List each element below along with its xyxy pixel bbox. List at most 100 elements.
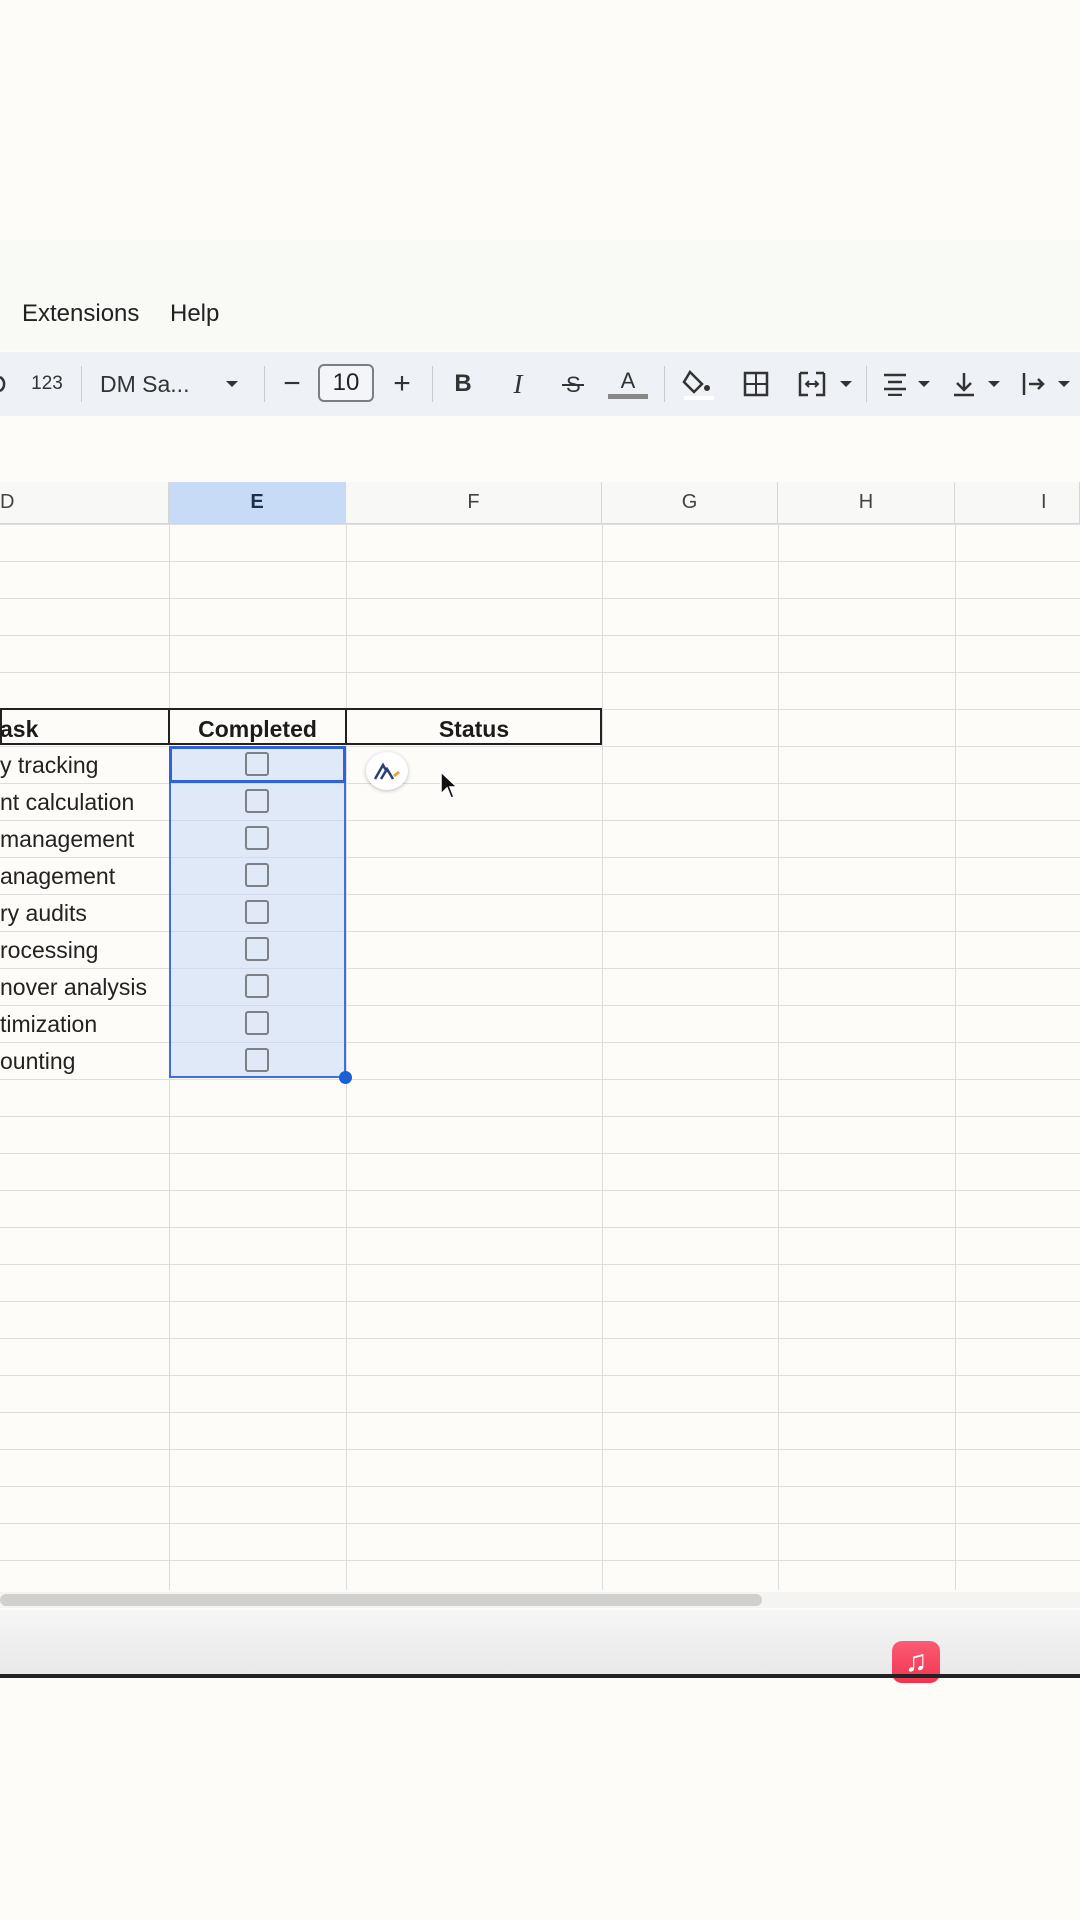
row-gridline [0, 561, 1080, 562]
italic-button[interactable]: I [503, 352, 533, 416]
column-label-h: H [858, 491, 874, 513]
task-cell[interactable]: y tracking [0, 752, 98, 779]
toolbar-divider [264, 366, 265, 402]
row-gridline [0, 1042, 1080, 1043]
row-gridline [0, 672, 1080, 673]
header-status: Status [438, 716, 510, 742]
task-cell[interactable]: ry audits [0, 900, 87, 927]
decrease-font-button[interactable]: − [278, 352, 306, 416]
font-size-input[interactable]: 10 [318, 364, 374, 402]
chevron-down-icon[interactable] [834, 352, 858, 416]
row-gridline [0, 1153, 1080, 1154]
smart-chip-icon[interactable] [366, 752, 408, 790]
header-completed: Completed [198, 716, 317, 742]
align-icon[interactable] [878, 352, 912, 416]
text-color-glyph: A [620, 367, 636, 393]
row-gridline [0, 1560, 1080, 1561]
column-header-i[interactable]: I [955, 482, 1080, 524]
task-cell[interactable]: rocessing [0, 937, 98, 964]
row-gridline [0, 968, 1080, 969]
borders-icon[interactable] [738, 352, 774, 416]
text-color-bar [608, 393, 648, 399]
menu-bar [0, 240, 1080, 350]
column-header-d[interactable]: D [0, 482, 169, 524]
row-gridline [0, 635, 1080, 636]
row-gridline [0, 1116, 1080, 1117]
column-gridline [602, 524, 603, 1590]
horizontal-scroll-thumb[interactable] [0, 1594, 762, 1606]
row-gridline [0, 1338, 1080, 1339]
row-gridline [0, 1523, 1080, 1524]
column-header-f[interactable]: F [346, 482, 602, 524]
column-header-h[interactable]: H [778, 482, 955, 524]
row-gridline [0, 1005, 1080, 1006]
row-gridline [0, 1449, 1080, 1450]
column-header-g[interactable]: G [602, 482, 778, 524]
chevron-down-icon[interactable] [912, 352, 936, 416]
row-gridline [0, 746, 1080, 747]
toolbar-divider [866, 366, 867, 402]
mouse-cursor-icon [439, 770, 459, 805]
row-gridline [0, 783, 1080, 784]
column-label-f: F [467, 491, 480, 513]
bold-button[interactable]: B [448, 352, 478, 416]
completed-checkbox[interactable] [245, 900, 269, 924]
column-label-d: D [0, 491, 15, 513]
column-label-g: G [681, 491, 698, 513]
merge-cells-icon[interactable] [794, 352, 830, 416]
completed-checkbox[interactable] [245, 1011, 269, 1035]
column-gridline [346, 524, 347, 1590]
row-gridline [0, 1227, 1080, 1228]
vertical-align-icon[interactable] [948, 352, 980, 416]
completed-checkbox[interactable] [245, 974, 269, 998]
column-gridline [778, 524, 779, 1590]
text-wrap-icon[interactable] [1018, 352, 1050, 416]
row-gridline [0, 1375, 1080, 1376]
task-cell[interactable]: nt calculation [0, 789, 134, 816]
column-label-i: I [1041, 491, 1047, 513]
row-gridline [0, 1301, 1080, 1302]
chevron-down-icon[interactable] [982, 352, 1006, 416]
task-cell[interactable]: nover analysis [0, 974, 147, 1001]
row-gridline [0, 1079, 1080, 1080]
chevron-down-icon[interactable] [220, 352, 244, 416]
row-gridline [0, 931, 1080, 932]
column-header-e[interactable]: E [169, 482, 346, 524]
row-gridline [0, 1412, 1080, 1413]
task-cell[interactable]: anagement [0, 863, 115, 890]
row-gridline [0, 894, 1080, 895]
column-gridline [955, 524, 956, 1590]
completed-checkbox[interactable] [245, 937, 269, 961]
row-gridline [0, 1264, 1080, 1265]
completed-checkbox[interactable] [245, 826, 269, 850]
row-gridline [0, 820, 1080, 821]
task-cell[interactable]: timization [0, 1011, 97, 1038]
menu-help[interactable]: Help [170, 300, 219, 328]
chevron-down-icon[interactable] [1052, 352, 1076, 416]
completed-checkbox[interactable] [245, 752, 269, 776]
completed-checkbox[interactable] [245, 1048, 269, 1072]
format-number-button[interactable]: 123 [26, 352, 68, 416]
toolbar-divider [432, 366, 433, 402]
font-family-select[interactable]: DM Sa... [100, 352, 220, 416]
fill-color-icon[interactable] [678, 352, 718, 416]
toolbar-divider [81, 366, 82, 402]
dock-divider [0, 1674, 1080, 1678]
task-cell[interactable]: ounting [0, 1048, 75, 1075]
toolbar-divider [664, 366, 665, 402]
row-gridline [0, 1486, 1080, 1487]
task-cell[interactable]: management [0, 826, 134, 853]
row-gridline [0, 598, 1080, 599]
strikethrough-icon[interactable]: S [556, 352, 590, 416]
text-color-button[interactable]: A [606, 352, 650, 416]
increase-font-button[interactable]: + [388, 352, 416, 416]
row-gridline [0, 1190, 1080, 1191]
column-label-e: E [250, 491, 264, 513]
header-task: ask [0, 716, 39, 742]
completed-checkbox[interactable] [245, 789, 269, 813]
fill-handle[interactable] [339, 1071, 352, 1084]
row-gridline [0, 524, 1080, 525]
completed-checkbox[interactable] [245, 863, 269, 887]
zoom-icon[interactable] [0, 352, 10, 416]
menu-extensions[interactable]: Extensions [22, 300, 139, 328]
